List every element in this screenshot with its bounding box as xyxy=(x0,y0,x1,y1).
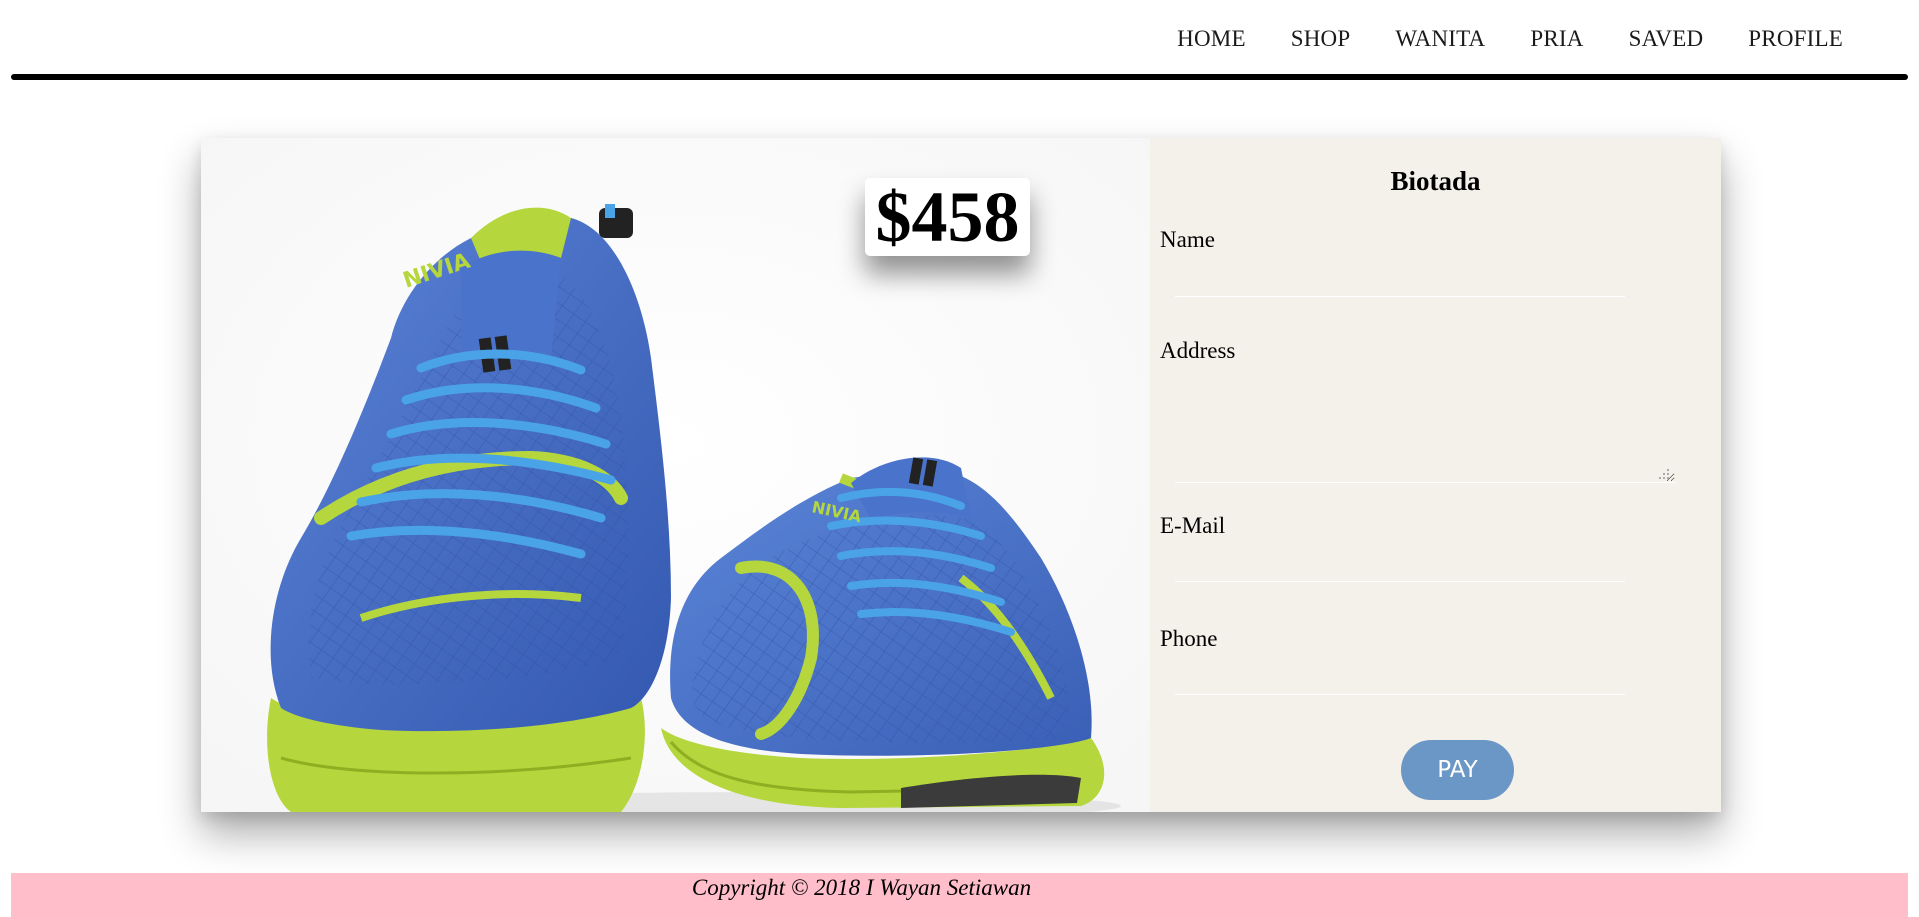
nav-link-profile[interactable]: PROFILE xyxy=(1748,26,1843,52)
biodata-form: Biotada Name Address E-Mail Phone PAY xyxy=(1150,138,1721,812)
address-label: Address xyxy=(1160,338,1236,363)
email-label: E-Mail xyxy=(1160,513,1226,538)
name-input[interactable] xyxy=(1175,266,1625,297)
nav-link-shop[interactable]: SHOP xyxy=(1291,26,1351,52)
checkout-card: NIVIA NIVIA $458 Biotada Name Address E-… xyxy=(201,138,1721,812)
nav-link-wanita[interactable]: WANITA xyxy=(1395,26,1485,52)
phone-label: Phone xyxy=(1160,626,1218,651)
nav-link-home[interactable]: HOME xyxy=(1177,26,1246,52)
address-textarea[interactable] xyxy=(1175,384,1675,483)
nav-link-saved[interactable]: SAVED xyxy=(1629,26,1704,52)
pay-button[interactable]: PAY xyxy=(1401,740,1514,800)
form-title: Biotada xyxy=(1390,166,1481,196)
name-label: Name xyxy=(1160,227,1215,252)
nav-link-pria[interactable]: PRIA xyxy=(1530,26,1583,52)
copyright-text: Copyright © 2018 I Wayan Setiawan xyxy=(691,875,1032,900)
nav-divider xyxy=(11,74,1908,80)
email-input[interactable] xyxy=(1175,551,1625,582)
top-navigation: HOME SHOP WANITA PRIA SAVED PROFILE xyxy=(0,0,1919,80)
footer: Copyright © 2018 I Wayan Setiawan xyxy=(11,873,1908,917)
product-panel: NIVIA NIVIA $458 xyxy=(201,138,1150,812)
phone-input[interactable] xyxy=(1175,664,1625,695)
nav-links: HOME SHOP WANITA PRIA SAVED PROFILE xyxy=(1177,26,1843,52)
textarea-resize-grip-icon[interactable] xyxy=(1658,468,1670,480)
price-tag: $458 xyxy=(865,178,1030,256)
